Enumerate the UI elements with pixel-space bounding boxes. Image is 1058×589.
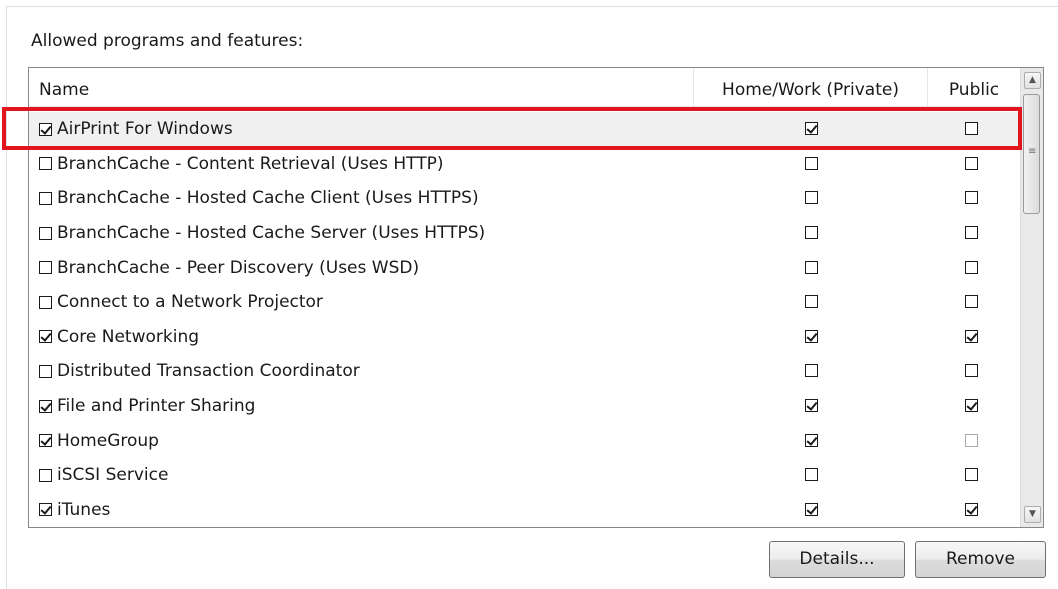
public-checkbox[interactable]: [965, 468, 978, 482]
private-checkbox[interactable]: [805, 329, 818, 343]
program-name-cell: Connect to a Network Projector: [39, 285, 323, 320]
private-checkbox[interactable]: [805, 226, 818, 240]
program-name: iTunes: [57, 499, 111, 520]
list-item[interactable]: BranchCache - Peer Discovery (Uses WSD): [29, 250, 1020, 285]
public-checkbox[interactable]: [965, 295, 978, 309]
enable-checkbox[interactable]: [39, 330, 52, 344]
program-name: BranchCache - Content Retrieval (Uses HT…: [57, 153, 444, 174]
private-checkbox[interactable]: [805, 364, 818, 378]
program-name-cell: BranchCache - Hosted Cache Server (Uses …: [39, 216, 485, 251]
private-checkbox[interactable]: [805, 433, 818, 447]
program-name: BranchCache - Hosted Cache Client (Uses …: [57, 188, 479, 209]
vertical-scrollbar[interactable]: ▲ ≡ ▼: [1020, 68, 1043, 527]
enable-checkbox[interactable]: [39, 191, 52, 205]
column-header-private[interactable]: Home/Work (Private): [693, 68, 927, 106]
program-name: iSCSI Service: [57, 465, 169, 486]
grip-icon: ≡: [1028, 146, 1037, 157]
private-checkbox[interactable]: [805, 502, 818, 516]
program-name-cell: Core Networking: [39, 320, 199, 355]
enable-checkbox[interactable]: [39, 503, 52, 517]
remove-button[interactable]: Remove: [915, 541, 1046, 578]
private-checkbox[interactable]: [805, 295, 818, 309]
enable-checkbox[interactable]: [39, 399, 52, 413]
public-checkbox: [965, 433, 978, 447]
program-name-cell: AirPrint For Windows: [39, 112, 233, 147]
program-name: File and Printer Sharing: [57, 396, 256, 417]
public-checkbox[interactable]: [965, 502, 978, 516]
list-header: Name Home/Work (Private) Public: [29, 68, 1020, 107]
program-name-cell: iSCSI Service: [39, 458, 168, 493]
enable-checkbox[interactable]: [39, 295, 52, 309]
allowed-programs-list[interactable]: Name Home/Work (Private) Public AirPrint…: [28, 67, 1044, 528]
column-header-public[interactable]: Public: [927, 68, 1020, 106]
details-button[interactable]: Details...: [769, 541, 905, 578]
program-name: BranchCache - Peer Discovery (Uses WSD): [57, 257, 420, 278]
enable-checkbox[interactable]: [39, 261, 52, 275]
list-item[interactable]: BranchCache - Content Retrieval (Uses HT…: [29, 147, 1020, 182]
list-item[interactable]: HomeGroup: [29, 423, 1020, 458]
list-item[interactable]: File and Printer Sharing: [29, 389, 1020, 424]
program-name-cell: iTunes: [39, 493, 111, 527]
list-item[interactable]: BranchCache - Hosted Cache Client (Uses …: [29, 181, 1020, 216]
private-checkbox[interactable]: [805, 191, 818, 205]
program-name-cell: Distributed Transaction Coordinator: [39, 354, 360, 389]
enable-checkbox[interactable]: [39, 434, 52, 448]
program-name: Core Networking: [57, 326, 200, 347]
private-checkbox[interactable]: [805, 399, 818, 413]
scroll-thumb[interactable]: ≡: [1023, 94, 1040, 214]
public-checkbox[interactable]: [965, 226, 978, 240]
program-name: HomeGroup: [57, 430, 159, 451]
enable-checkbox[interactable]: [39, 226, 52, 240]
column-header-name[interactable]: Name: [29, 68, 693, 106]
private-checkbox[interactable]: [805, 468, 818, 482]
program-name-cell: HomeGroup: [39, 423, 159, 458]
public-checkbox[interactable]: [965, 399, 978, 413]
program-name-cell: BranchCache - Hosted Cache Client (Uses …: [39, 181, 479, 216]
scroll-down-icon[interactable]: ▼: [1024, 506, 1041, 523]
list-item[interactable]: AirPrint For Windows: [29, 112, 1020, 147]
public-checkbox[interactable]: [965, 156, 978, 170]
list-item[interactable]: Core Networking: [29, 320, 1020, 355]
program-name-cell: File and Printer Sharing: [39, 389, 255, 424]
public-checkbox[interactable]: [965, 122, 978, 136]
public-checkbox[interactable]: [965, 364, 978, 378]
list-rows: AirPrint For Windows BranchCache - Conten…: [29, 112, 1020, 527]
section-label: Allowed programs and features:: [31, 31, 304, 51]
list-item[interactable]: Connect to a Network Projector: [29, 285, 1020, 320]
public-checkbox[interactable]: [965, 260, 978, 274]
enable-checkbox[interactable]: [39, 364, 52, 378]
list-item[interactable]: iTunes: [29, 493, 1020, 527]
public-checkbox[interactable]: [965, 191, 978, 205]
program-name: BranchCache - Hosted Cache Server (Uses …: [57, 223, 486, 244]
program-name: Connect to a Network Projector: [57, 292, 323, 313]
list-item[interactable]: BranchCache - Hosted Cache Server (Uses …: [29, 216, 1020, 251]
private-checkbox[interactable]: [805, 260, 818, 274]
program-name-cell: BranchCache - Peer Discovery (Uses WSD): [39, 250, 419, 285]
enable-checkbox[interactable]: [39, 157, 52, 171]
list-item[interactable]: Distributed Transaction Coordinator: [29, 354, 1020, 389]
private-checkbox[interactable]: [805, 122, 818, 136]
enable-checkbox[interactable]: [39, 468, 52, 482]
program-name: Distributed Transaction Coordinator: [57, 361, 360, 382]
public-checkbox[interactable]: [965, 329, 978, 343]
enable-checkbox[interactable]: [39, 122, 52, 136]
private-checkbox[interactable]: [805, 156, 818, 170]
program-name-cell: BranchCache - Content Retrieval (Uses HT…: [39, 147, 444, 182]
list-item[interactable]: iSCSI Service: [29, 458, 1020, 493]
scroll-up-icon[interactable]: ▲: [1024, 72, 1041, 89]
program-name: AirPrint For Windows: [57, 119, 233, 140]
